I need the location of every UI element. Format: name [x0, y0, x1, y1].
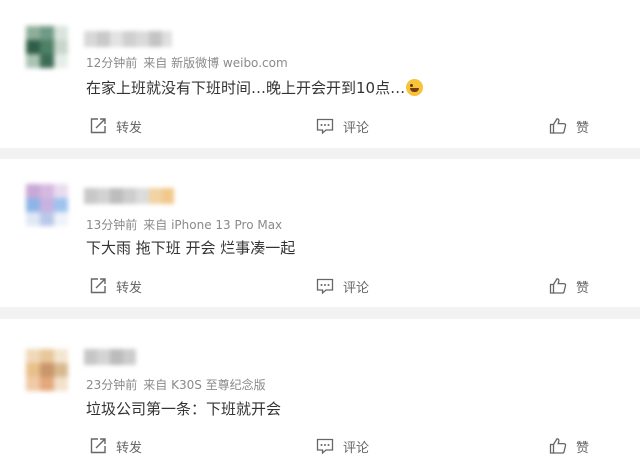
- like-button[interactable]: 赞: [549, 276, 589, 296]
- avatar-pixel: [40, 377, 54, 391]
- username-pixel: [84, 188, 98, 204]
- avatar-pixel: [26, 184, 40, 198]
- repost-label: 转发: [116, 120, 143, 136]
- avatar-pixel: [26, 349, 40, 363]
- comment-time: 23分钟前: [86, 378, 138, 392]
- comment-card: 23分钟前 来自 K30S 至尊纪念版 垃圾公司第一条：下班就开会 转发 评论 赞: [0, 319, 640, 472]
- avatar-pixel: [54, 363, 68, 377]
- username-pixel: [162, 188, 174, 204]
- avatar-pixel: [26, 363, 40, 377]
- repost-button[interactable]: 转发: [89, 116, 142, 136]
- avatar-pixel: [54, 377, 68, 391]
- username-pixel: [110, 188, 124, 204]
- username-pixel: [149, 188, 163, 204]
- like-label: 赞: [576, 440, 590, 456]
- comment-text-body: 在家上班就没有下班时间…晚上开会开到10点…: [86, 79, 406, 97]
- username-pixel: [110, 31, 124, 47]
- comment-source: 来自 K30S 至尊纪念版: [143, 378, 266, 392]
- comment-label: 评论: [343, 280, 370, 296]
- comment-text-body: 下大雨 拖下班 开会 烂事凑一起: [86, 239, 296, 257]
- comment-card: 12分钟前 来自 新版微博 weibo.com 在家上班就没有下班时间…晚上开会开…: [0, 0, 640, 148]
- avatar-pixel: [40, 212, 54, 226]
- comment-text-body: 垃圾公司第一条：下班就开会: [86, 400, 282, 418]
- username-pixel: [136, 188, 150, 204]
- comment-button[interactable]: 评论: [316, 436, 369, 456]
- comment-source: 来自 新版微博 weibo.com: [143, 56, 288, 70]
- like-label: 赞: [576, 280, 590, 296]
- username[interactable]: [84, 349, 136, 365]
- comment-icon: [316, 277, 334, 295]
- username-pixel: [162, 31, 172, 47]
- avatar-pixel: [40, 54, 54, 68]
- repost-button[interactable]: 转发: [89, 436, 142, 456]
- avatar-pixel: [40, 363, 54, 377]
- thumbs-up-icon: [549, 277, 567, 295]
- comment-icon: [316, 437, 334, 455]
- username-pixel: [97, 349, 111, 365]
- username-pixel: [84, 349, 98, 365]
- avatar-pixel: [26, 26, 40, 40]
- grinning-sweat-emoji-icon: [406, 79, 424, 96]
- repost-icon: [89, 437, 107, 455]
- avatar-pixel: [26, 377, 40, 391]
- avatar[interactable]: [14, 14, 80, 80]
- username[interactable]: [84, 31, 172, 47]
- username-pixel: [149, 31, 163, 47]
- repost-label: 转发: [116, 440, 143, 456]
- avatar-pixel: [26, 212, 40, 226]
- like-label: 赞: [576, 120, 590, 136]
- comment-card: 13分钟前 来自 iPhone 13 Pro Max 下大雨 拖下班 开会 烂事凑…: [0, 159, 640, 307]
- avatar-pixel: [40, 26, 54, 40]
- comment-time: 12分钟前: [86, 56, 138, 70]
- comment-icon: [316, 117, 334, 135]
- thumbs-up-icon: [549, 117, 567, 135]
- like-button[interactable]: 赞: [549, 116, 589, 136]
- comment-text: 下大雨 拖下班 开会 烂事凑一起: [86, 237, 295, 258]
- avatar[interactable]: [14, 172, 80, 238]
- comment-button[interactable]: 评论: [316, 116, 369, 136]
- avatar-pixel: [40, 198, 54, 212]
- username[interactable]: [84, 188, 174, 204]
- username-pixel: [136, 31, 150, 47]
- username-pixel: [123, 349, 136, 365]
- comment-meta: 23分钟前 来自 K30S 至尊纪念版: [86, 376, 266, 393]
- avatar-pixel: [26, 54, 40, 68]
- like-button[interactable]: 赞: [549, 436, 589, 456]
- thumbs-up-icon: [549, 437, 567, 455]
- avatar-pixel: [26, 40, 40, 54]
- avatar-pixel: [54, 198, 68, 212]
- repost-icon: [89, 117, 107, 135]
- repost-label: 转发: [116, 280, 143, 296]
- comment-source: 来自 iPhone 13 Pro Max: [143, 218, 283, 232]
- username-pixel: [110, 349, 124, 365]
- avatar-pixel: [54, 349, 68, 363]
- username-pixel: [84, 31, 98, 47]
- avatar-pixel: [54, 26, 68, 40]
- comment-text: 垃圾公司第一条：下班就开会: [86, 398, 281, 419]
- comment-label: 评论: [343, 440, 370, 456]
- username-pixel: [97, 31, 111, 47]
- avatar-pixel: [54, 184, 68, 198]
- username-pixel: [123, 188, 137, 204]
- avatar-pixel: [40, 184, 54, 198]
- avatar-pixel: [40, 40, 54, 54]
- repost-icon: [89, 277, 107, 295]
- avatar-pixel: [54, 40, 68, 54]
- comment-button[interactable]: 评论: [316, 276, 369, 296]
- avatar-pixel: [54, 212, 68, 226]
- comment-text: 在家上班就没有下班时间…晚上开会开到10点…: [86, 77, 424, 98]
- avatar[interactable]: [14, 337, 80, 403]
- username-pixel: [97, 188, 111, 204]
- repost-button[interactable]: 转发: [89, 276, 142, 296]
- avatar-pixel: [54, 54, 68, 68]
- username-pixel: [123, 31, 137, 47]
- comment-meta: 12分钟前 来自 新版微博 weibo.com: [86, 54, 288, 71]
- comment-label: 评论: [343, 120, 370, 136]
- avatar-pixel: [40, 349, 54, 363]
- avatar-pixel: [26, 198, 40, 212]
- comment-meta: 13分钟前 来自 iPhone 13 Pro Max: [86, 216, 282, 233]
- comment-time: 13分钟前: [86, 218, 138, 232]
